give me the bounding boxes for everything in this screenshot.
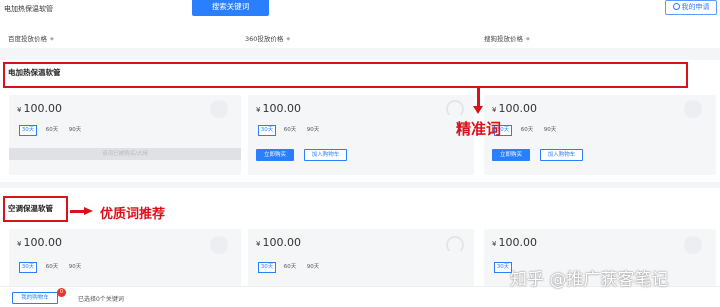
sort-icon: ◆	[50, 36, 54, 42]
price: ¥100.00	[256, 236, 301, 249]
cart-count-badge: 0	[57, 288, 66, 297]
column-header-sogou[interactable]: 搜狗投放价格 ◆	[484, 33, 530, 43]
section-title: 空调保温软管	[8, 204, 53, 213]
unavailable-button: 该词已被购买/占用	[9, 148, 241, 160]
baidu-logo-icon	[210, 100, 228, 118]
duration-option-60[interactable]: 60天	[43, 262, 61, 273]
annotation-box-section-1	[3, 62, 688, 88]
duration-option-90[interactable]: 90天	[541, 125, 559, 136]
annotation-arrow-shaft	[477, 88, 480, 108]
360-logo-icon	[446, 236, 464, 254]
annotation-recommended-keywords: 优质词推荐	[100, 207, 166, 222]
price: ¥100.00	[492, 102, 537, 115]
baidu-logo-icon	[210, 236, 228, 254]
search-input[interactable]: 电加热保温软管	[0, 0, 192, 16]
duration-option-60[interactable]: 60天	[281, 125, 299, 136]
duration-option-30[interactable]: 30天	[258, 262, 276, 273]
my-application-button[interactable]: 我的申请	[665, 0, 717, 15]
sort-icon: ◆	[526, 36, 530, 42]
clock-icon	[672, 3, 680, 10]
duration-option-30[interactable]: 30天	[19, 125, 37, 136]
duration-option-90[interactable]: 90天	[66, 262, 84, 273]
annotation-arrow-shaft	[70, 210, 85, 213]
buy-now-button[interactable]: 立即购买	[256, 149, 294, 161]
duration-option-60[interactable]: 60天	[43, 125, 61, 136]
duration-option-30[interactable]: 30天	[258, 125, 276, 136]
annotation-precise-keywords: 精准词	[456, 120, 502, 138]
price: ¥100.00	[17, 236, 62, 249]
annotation-arrow-head	[473, 106, 483, 114]
sogou-logo-icon	[684, 100, 702, 118]
annotation-arrow-head	[84, 207, 93, 215]
add-to-cart-button[interactable]: 加入购物车	[540, 149, 583, 161]
360-logo-icon	[446, 100, 464, 118]
zhihu-watermark: 知乎 @推广获客笔记	[510, 270, 669, 290]
duration-option-30[interactable]: 30天	[19, 262, 37, 273]
search-keyword-button[interactable]: 搜索关键词	[192, 0, 269, 16]
column-header-baidu[interactable]: 百度投放价格 ◆	[8, 33, 54, 43]
duration-option-60[interactable]: 60天	[518, 125, 536, 136]
duration-option-90[interactable]: 90天	[304, 125, 322, 136]
divider-band	[0, 182, 720, 188]
column-header-360[interactable]: 360投放价格 ◆	[245, 33, 290, 43]
price: ¥100.00	[17, 102, 62, 115]
buy-now-button[interactable]: 立即购买	[492, 149, 530, 161]
sogou-logo-icon	[684, 236, 702, 254]
price: ¥100.00	[256, 102, 301, 115]
sort-icon: ◆	[286, 36, 291, 42]
price: ¥100.00	[492, 236, 537, 249]
selected-keyword-count: 已选择0个关键词	[78, 296, 124, 303]
add-to-cart-button[interactable]: 加入购物车	[304, 149, 347, 161]
duration-option-90[interactable]: 90天	[304, 262, 322, 273]
section-title: 电加热保温软管	[8, 68, 61, 77]
my-cart-button[interactable]: 我的购物车	[12, 292, 58, 304]
duration-option-90[interactable]: 90天	[66, 125, 84, 136]
divider-band	[0, 48, 720, 60]
my-application-label: 我的申请	[681, 3, 710, 11]
duration-option-60[interactable]: 60天	[281, 262, 299, 273]
